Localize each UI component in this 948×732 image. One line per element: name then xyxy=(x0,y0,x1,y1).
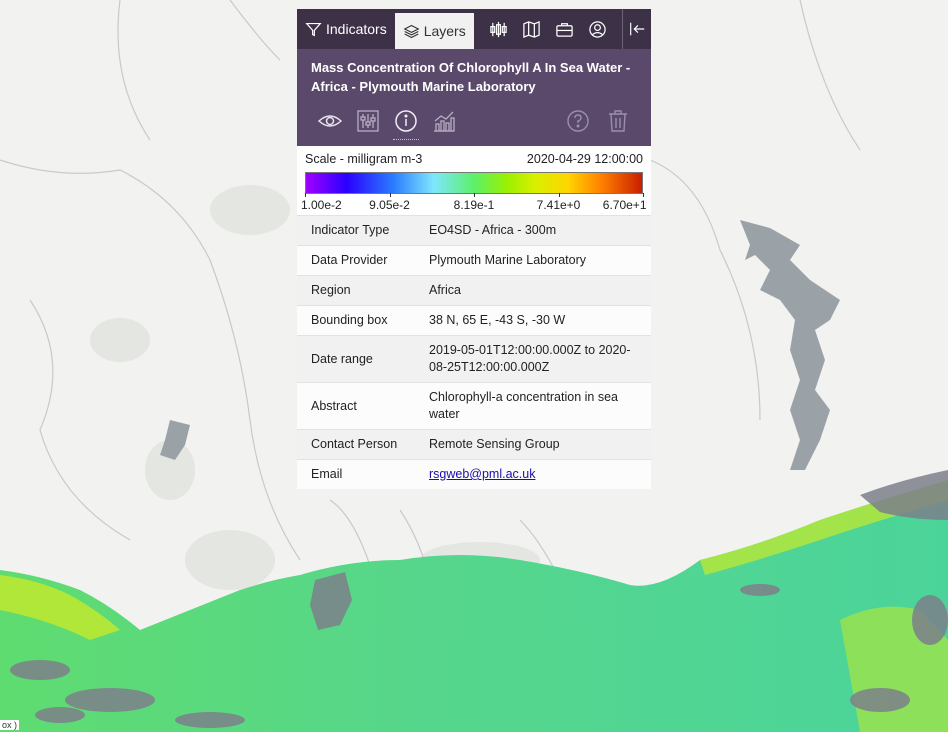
metadata-row: Region Africa xyxy=(297,275,651,306)
tab-layers[interactable]: Layers xyxy=(394,13,474,49)
eye-icon xyxy=(318,115,342,127)
briefcase-icon xyxy=(556,22,573,37)
toolbar-icons xyxy=(482,9,614,49)
metadata-value: Chlorophyll-a concentration in sea water xyxy=(415,382,651,430)
metadata-value: Remote Sensing Group xyxy=(415,429,651,460)
metadata-row: Data Provider Plymouth Marine Laboratory xyxy=(297,245,651,276)
metadata-key: Contact Person xyxy=(297,429,415,460)
metadata-value: 38 N, 65 E, -43 S, -30 W xyxy=(415,305,651,336)
map-icon xyxy=(523,20,540,38)
metadata-row: Contact Person Remote Sensing Group xyxy=(297,429,651,460)
toggle-visibility-button[interactable] xyxy=(311,106,349,136)
legend-date: 2020-04-29 12:00:00 xyxy=(526,152,643,166)
metadata-key: Date range xyxy=(297,335,415,383)
map-button[interactable] xyxy=(515,9,548,49)
layer-tools-right xyxy=(559,106,637,136)
sliders-icon xyxy=(357,110,379,132)
layer-settings-button[interactable] xyxy=(349,106,387,136)
help-icon xyxy=(567,110,589,132)
legend-ticks: 1.00e-2 9.05e-2 8.19e-1 7.41e+0 6.70e+1 xyxy=(301,193,646,212)
layer-tools xyxy=(311,106,637,140)
metadata-key: Email xyxy=(297,459,415,489)
compare-icon xyxy=(490,21,507,37)
legend-tick-label: 9.05e-2 xyxy=(369,198,410,212)
metadata-table: Indicator Type EO4SD - Africa - 300m Data … xyxy=(297,215,651,489)
legend-header: Scale - milligram m-3 2020-04-29 12:00:0… xyxy=(305,152,643,166)
info-icon xyxy=(395,110,417,132)
attribution-text: ox ) xyxy=(0,720,20,730)
legend-tick xyxy=(643,193,644,197)
metadata-key: Data Provider xyxy=(297,245,415,276)
metadata-value: 2019-05-01T12:00:00.000Z to 2020-08-25T1… xyxy=(415,335,651,383)
legend: Scale - milligram m-3 2020-04-29 12:00:0… xyxy=(297,146,651,215)
metadata-key: Region xyxy=(297,275,415,306)
metadata-row: Indicator Type EO4SD - Africa - 300m xyxy=(297,215,651,246)
legend-tick-label: 6.70e+1 xyxy=(602,198,647,212)
layer-header: Mass Concentration Of Chlorophyll A In S… xyxy=(297,49,651,146)
side-panel: Indicators Layers Mass Concentration Of … xyxy=(297,9,651,489)
collapse-left-icon xyxy=(630,22,645,36)
metadata-value: Africa xyxy=(415,275,651,306)
legend-tick xyxy=(305,193,306,197)
metadata-row: Abstract Chlorophyll-a concentration in s… xyxy=(297,382,651,430)
legend-colorbar xyxy=(305,172,643,194)
metadata-key: Indicator Type xyxy=(297,215,415,246)
metadata-value: EO4SD - Africa - 300m xyxy=(415,215,651,246)
briefcase-button[interactable] xyxy=(548,9,581,49)
tab-layers-label: Layers xyxy=(423,23,466,39)
legend-tick-label: 1.00e-2 xyxy=(301,198,342,212)
metadata-row: Email rsgweb@pml.ac.uk xyxy=(297,459,651,489)
metadata-key: Bounding box xyxy=(297,305,415,336)
tab-indicators[interactable]: Indicators xyxy=(297,9,395,49)
layer-chart-button[interactable] xyxy=(425,106,463,136)
collapse-panel-button[interactable] xyxy=(622,9,651,49)
chart-icon xyxy=(434,111,455,132)
tab-indicators-label: Indicators xyxy=(326,21,387,37)
remove-layer-button[interactable] xyxy=(599,106,637,136)
email-link[interactable]: rsgweb@pml.ac.uk xyxy=(429,467,535,481)
trash-icon xyxy=(609,110,627,132)
panel-tabbar: Indicators Layers xyxy=(297,9,651,49)
layer-title: Mass Concentration Of Chlorophyll A In S… xyxy=(311,60,631,94)
legend-tick xyxy=(389,193,391,197)
legend-tick-label: 8.19e-1 xyxy=(453,198,495,212)
filter-icon xyxy=(305,22,322,36)
user-button[interactable] xyxy=(581,9,614,49)
metadata-row: Bounding box 38 N, 65 E, -43 S, -30 W xyxy=(297,305,651,336)
legend-tick-label: 7.41e+0 xyxy=(536,198,581,212)
metadata-value: rsgweb@pml.ac.uk xyxy=(415,459,651,489)
help-button[interactable] xyxy=(559,106,597,136)
metadata-key: Abstract xyxy=(297,382,415,430)
compare-button[interactable] xyxy=(482,9,515,49)
user-icon xyxy=(589,20,606,38)
metadata-row: Date range 2019-05-01T12:00:00.000Z to 20… xyxy=(297,335,651,383)
layer-info-button[interactable] xyxy=(387,106,425,140)
legend-tick xyxy=(558,193,560,197)
metadata-value: Plymouth Marine Laboratory xyxy=(415,245,651,276)
legend-scale-label: Scale - milligram m-3 xyxy=(305,152,423,166)
legend-tick xyxy=(474,193,475,197)
layers-icon xyxy=(403,24,420,38)
